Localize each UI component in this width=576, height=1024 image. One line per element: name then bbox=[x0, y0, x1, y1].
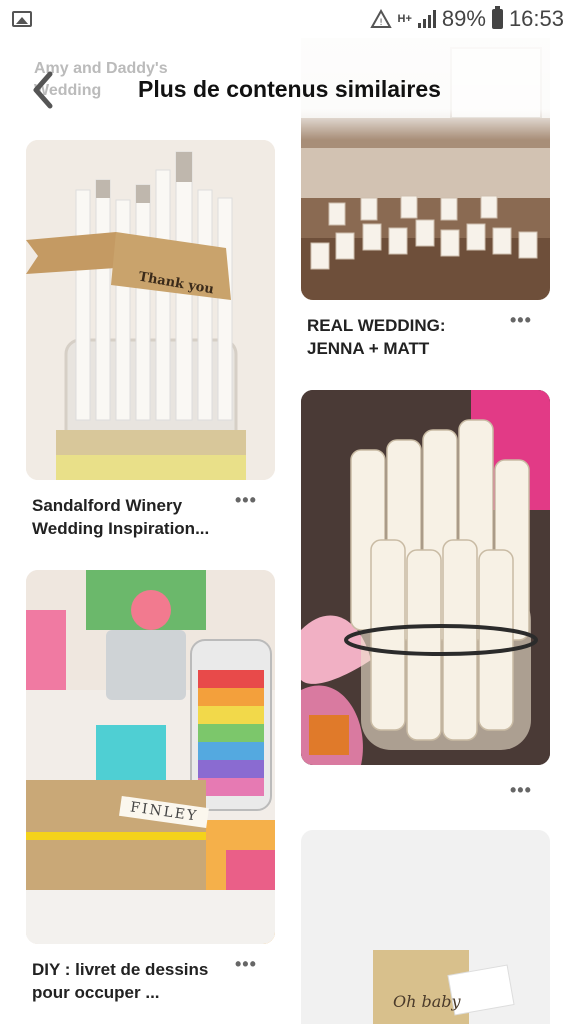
more-options-icon[interactable]: ••• bbox=[235, 954, 265, 974]
pin-image[interactable] bbox=[301, 390, 550, 765]
pin-card[interactable]: Oh baby bbox=[301, 830, 550, 1024]
pin-image[interactable]: Oh baby bbox=[301, 830, 550, 1024]
status-left bbox=[12, 11, 32, 27]
more-options-icon[interactable]: ••• bbox=[510, 780, 550, 800]
pin-card[interactable]: FINLEY DIY : livret de dessins pour occu… bbox=[26, 570, 275, 1002]
pencil-jar-image bbox=[26, 140, 275, 480]
chevron-left-icon[interactable] bbox=[26, 68, 60, 112]
header: Amy and Daddy's Wedding Plus de contenus… bbox=[0, 38, 576, 140]
pin-image[interactable]: Thank you bbox=[26, 140, 275, 480]
pin-image[interactable]: FINLEY bbox=[26, 570, 275, 944]
pin-card[interactable]: Thank you Sandalford Winery Wedding Insp… bbox=[26, 140, 275, 538]
crafts-table-image bbox=[26, 570, 275, 944]
battery-percent: 89% bbox=[441, 6, 486, 31]
battery-icon bbox=[491, 6, 503, 29]
back-button[interactable] bbox=[26, 68, 60, 112]
network-type: H+ bbox=[397, 13, 412, 25]
rolled-pages-vase-image bbox=[301, 390, 550, 765]
recycle-alert-icon: ! bbox=[369, 9, 392, 28]
more-options-icon[interactable]: ••• bbox=[235, 490, 265, 510]
clock: 16:53 bbox=[508, 6, 564, 31]
svg-text:!: ! bbox=[379, 18, 383, 28]
more-options-icon[interactable]: ••• bbox=[510, 310, 540, 330]
pin-image-label: Oh baby bbox=[393, 992, 461, 1011]
status-bar: ! H+ 89% 16:53 bbox=[0, 0, 576, 38]
pin-title[interactable]: Sandalford Winery Wedding Inspiration... bbox=[32, 494, 232, 540]
status-right: ! H+ 89% 16:53 bbox=[369, 6, 564, 32]
gallery-icon bbox=[12, 11, 32, 27]
pin-title[interactable]: REAL WEDDING: JENNA + MATT bbox=[307, 314, 507, 360]
page-title: Plus de contenus similaires bbox=[138, 76, 441, 102]
signal-icon bbox=[417, 10, 436, 28]
pin-card[interactable]: ••• bbox=[301, 390, 550, 800]
pin-title[interactable]: DIY : livret de dessins pour occuper ... bbox=[32, 958, 232, 1004]
